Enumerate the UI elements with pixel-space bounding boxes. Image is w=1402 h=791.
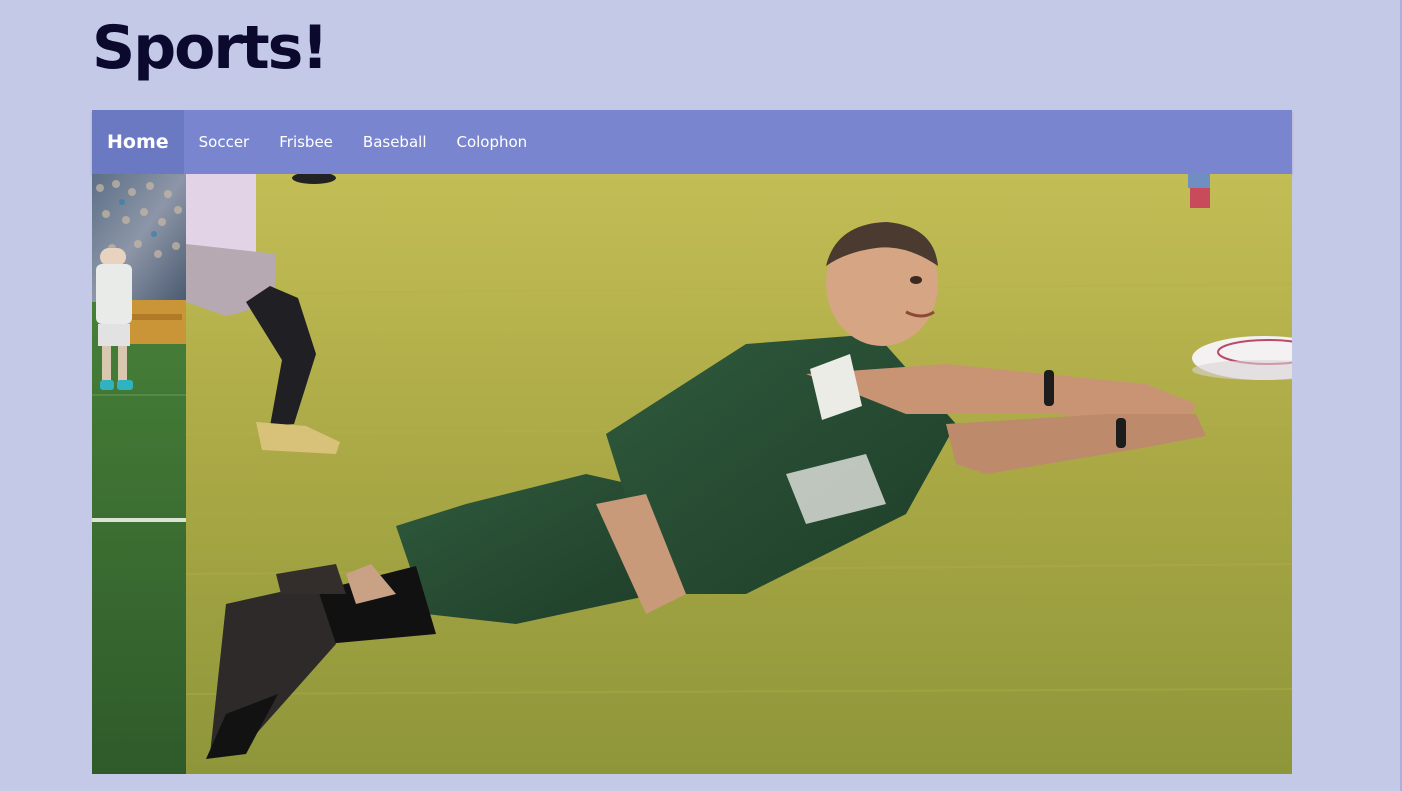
- nav-item-soccer[interactable]: Soccer: [184, 110, 265, 174]
- nav-item-frisbee[interactable]: Frisbee: [264, 110, 348, 174]
- frisbee-photo-image: [186, 174, 1292, 774]
- nav-item-baseball[interactable]: Baseball: [348, 110, 442, 174]
- main-nav: Home Soccer Frisbee Baseball Colophon: [92, 110, 1292, 174]
- slide-soccer-photo: [92, 174, 186, 774]
- soccer-photo-image: [92, 174, 186, 774]
- nav-item-colophon[interactable]: Colophon: [441, 110, 542, 174]
- slide-frisbee-photo: [186, 174, 1292, 774]
- image-slideshow[interactable]: [92, 174, 1292, 774]
- site-title: Sports!: [92, 13, 329, 83]
- nav-item-home[interactable]: Home: [92, 110, 184, 174]
